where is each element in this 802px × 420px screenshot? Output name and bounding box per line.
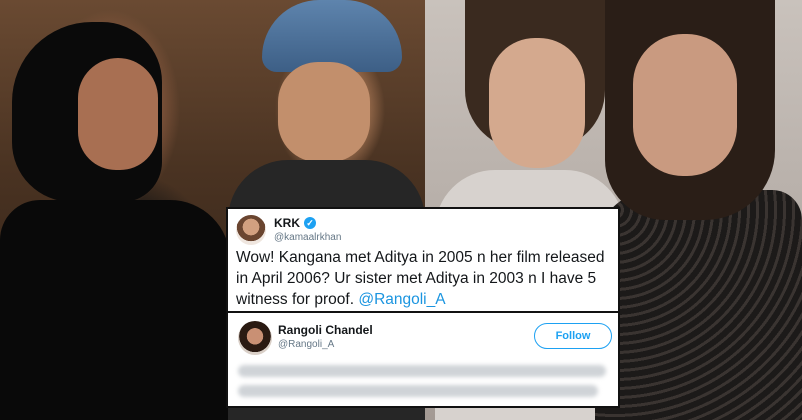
- tweet-author-handle[interactable]: @Rangoli_A: [278, 339, 334, 350]
- tweet-author-name[interactable]: Rangoli Chandel: [278, 323, 373, 337]
- tweet-author-name[interactable]: KRK: [274, 216, 300, 230]
- sister1-face: [489, 38, 585, 168]
- mention-link[interactable]: @Rangoli_A: [358, 291, 445, 308]
- man-face: [278, 62, 370, 162]
- sister2-face: [633, 34, 737, 176]
- tweet-text: Wow! Kangana met Aditya in 2005 n her fi…: [236, 247, 616, 310]
- tweet-author-handle[interactable]: @kamaalrkhan: [274, 232, 341, 243]
- woman-face: [78, 58, 158, 170]
- blurred-tweet-line: [238, 365, 606, 377]
- krk-tweet-card[interactable]: KRK ✓ @kamaalrkhan Wow! Kangana met Adit…: [226, 207, 620, 313]
- krk-avatar[interactable]: [236, 215, 266, 245]
- follow-button[interactable]: Follow: [534, 323, 612, 349]
- verified-badge-icon: ✓: [304, 217, 316, 229]
- rangoli-tweet-card[interactable]: Rangoli Chandel @Rangoli_A Follow: [226, 313, 620, 408]
- black-dress: [0, 200, 230, 420]
- rangoli-avatar[interactable]: [238, 321, 272, 355]
- blurred-tweet-line: [238, 385, 598, 397]
- lace-top: [595, 190, 802, 420]
